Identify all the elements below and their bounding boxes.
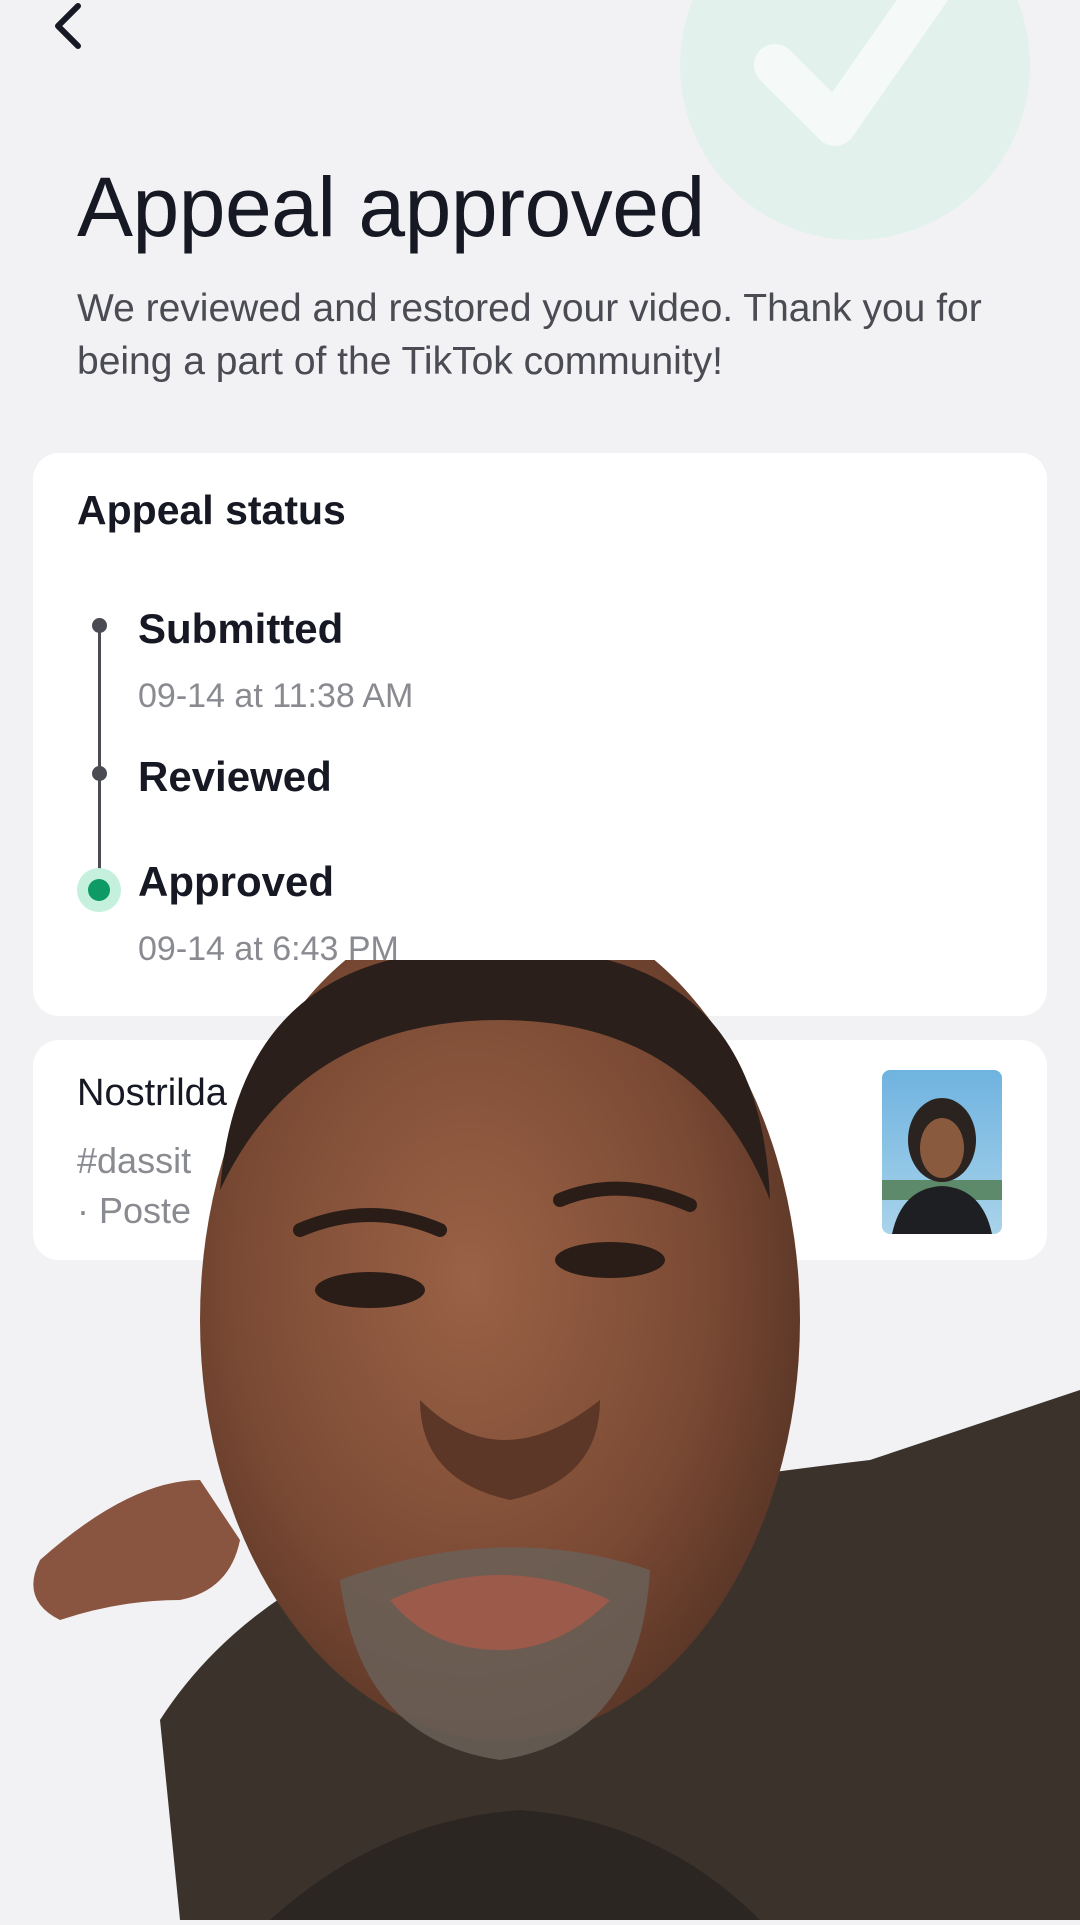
appeal-status-card: Appeal status Submitted 09-14 at 11:38 A… <box>33 453 1047 1016</box>
timeline-dot-approved <box>77 868 121 912</box>
person-photo <box>33 900 1080 1920</box>
step-submitted-time: 09-14 at 11:38 AM <box>138 677 414 715</box>
chevron-left-icon <box>55 3 81 49</box>
timeline-dot-approved-core <box>88 879 110 901</box>
timeline-dot-submitted <box>92 618 107 633</box>
approved-checkmark-decoration <box>680 0 1030 240</box>
step-reviewed-label: Reviewed <box>138 753 332 800</box>
step-approved-label: Approved <box>138 858 335 905</box>
appeal-status-title: Appeal status <box>77 487 346 533</box>
page-title: Appeal approved <box>77 160 705 254</box>
step-submitted-label: Submitted <box>138 605 344 652</box>
checkmark-icon <box>754 0 949 146</box>
camera-overlay-person <box>0 900 1080 1920</box>
timeline-line <box>98 626 101 890</box>
timeline-dot-reviewed <box>92 766 107 781</box>
page-subtitle: We reviewed and restored your video. Tha… <box>77 287 982 383</box>
back-button[interactable] <box>40 0 96 56</box>
